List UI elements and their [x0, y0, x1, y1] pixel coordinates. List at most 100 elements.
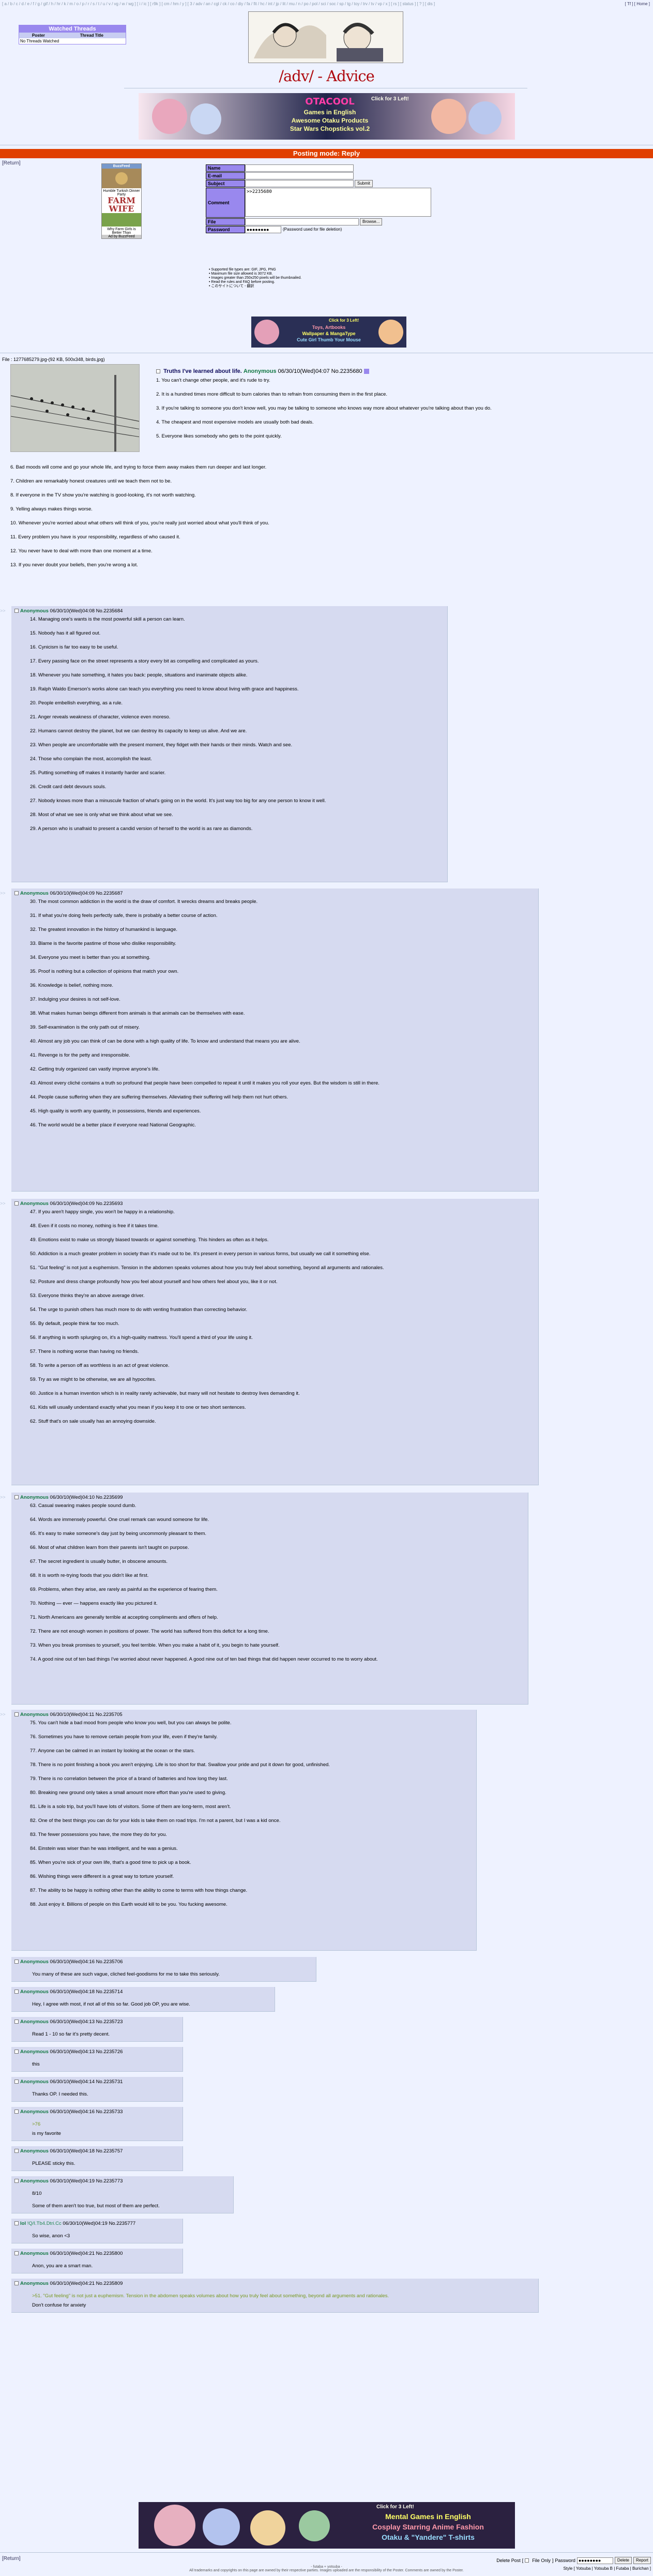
- list-item: 50. Addiction is a much greater problem …: [30, 1251, 371, 1257]
- comment-textarea[interactable]: >>2235680: [245, 188, 431, 217]
- reply-body-list: 30. The most common addiction in the wor…: [30, 899, 379, 1136]
- email-input[interactable]: [245, 172, 354, 179]
- list-item: 37. Indulging your desires is not self-l…: [30, 997, 120, 1002]
- post-checkbox[interactable]: [14, 2221, 19, 2226]
- reply-header: Anonymous 06/30/10(Wed)04:10 No.2235699: [14, 1495, 123, 1501]
- middle-ad[interactable]: Click for 3 Left! Toys, Artbooks Wallpap…: [251, 317, 406, 348]
- post-date[interactable]: 06/30/10(Wed)04:19 No.2235773: [50, 2178, 123, 2184]
- post-checkbox[interactable]: [14, 1712, 19, 1717]
- op-checkbox[interactable]: [156, 369, 160, 374]
- post-date[interactable]: 06/30/10(Wed)04:08 No.2235684: [50, 608, 123, 614]
- post-checkbox[interactable]: [14, 2110, 19, 2114]
- top-banner-ad[interactable]: OTACOOL Click for 3 Left! Games in Engli…: [139, 93, 515, 140]
- post-checkbox[interactable]: [14, 2050, 19, 2054]
- list-item: 4. The cheapest and most expensive model…: [156, 419, 314, 425]
- poster-name: Anonymous: [20, 2109, 49, 2115]
- reply-body-list: 75. You can't hide a bad mood from peopl…: [30, 1720, 330, 1916]
- list-item: 45. High quality is worth any quantity, …: [30, 1108, 201, 1114]
- side-ad-header: BuzzFeed: [102, 164, 141, 169]
- post-date[interactable]: 06/30/10(Wed)04:11 No.2235705: [50, 1712, 123, 1718]
- password-note: (Password used for file deletion): [283, 227, 342, 232]
- reply-text: 8/10: [32, 2191, 42, 2196]
- post-date[interactable]: 06/30/10(Wed)04:09 No.2235687: [50, 891, 123, 896]
- reply-post: Anonymous 06/30/10(Wed)04:11 No.2235705 …: [11, 1710, 477, 1951]
- reply-post: Anonymous 06/30/10(Wed)04:16 No.2235733 …: [11, 2107, 183, 2141]
- post-date[interactable]: 06/30/10(Wed)04:09 No.2235693: [50, 1201, 123, 1207]
- report-button[interactable]: Report: [633, 2557, 651, 2564]
- post-date[interactable]: 06/30/10(Wed)04:13 No.2235726: [50, 2049, 123, 2055]
- post-checkbox[interactable]: [14, 2179, 19, 2183]
- post-date[interactable]: 06/30/10(Wed)04:13 No.2235723: [50, 2019, 123, 2025]
- poster-name: Anonymous: [20, 2049, 49, 2055]
- return-link[interactable]: [Return]: [2, 160, 21, 166]
- post-checkbox[interactable]: [14, 2149, 19, 2153]
- watch-thread-icon[interactable]: [363, 369, 369, 374]
- reply-form: Name E-mail Subject Submit Comment >>22356…: [206, 164, 433, 234]
- op-file-info[interactable]: File : 1277685279.jpg-(92 KB, 500x348, b…: [2, 357, 105, 362]
- list-item: 55. By default, people think far too muc…: [30, 1321, 119, 1327]
- list-item: 16. Cynicism is far too easy to be usefu…: [30, 644, 118, 650]
- post-date[interactable]: 06/30/10(Wed)04:10 No.2235699: [50, 1495, 123, 1500]
- post-date[interactable]: 06/30/10(Wed)04:14 No.2235731: [50, 2079, 123, 2085]
- rule-4[interactable]: • Read the rules and FAQ before posting.: [209, 280, 301, 284]
- file-path-input[interactable]: [245, 218, 359, 225]
- reply-header: Anonymous 06/30/10(Wed)04:18 No.2235714: [14, 1989, 123, 1995]
- reply-header: Anonymous 06/30/10(Wed)04:18 No.2235757: [14, 2148, 123, 2155]
- return-link-bottom[interactable]: [Return]: [2, 2556, 21, 2562]
- reply-post: lol !Q/I.Tb4.Dtri.Cc 06/30/10(Wed)04:19 …: [11, 2219, 183, 2243]
- op-thumbnail[interactable]: [10, 364, 140, 452]
- board-banner[interactable]: [248, 11, 403, 63]
- file-only-label: File Only: [532, 2558, 551, 2563]
- rule-5[interactable]: • このサイトについて - 翻訳: [209, 284, 301, 289]
- post-checkbox[interactable]: [14, 2080, 19, 2084]
- file-only-checkbox[interactable]: [525, 2558, 529, 2563]
- post-date[interactable]: 06/30/10(Wed)04:18 No.2235714: [50, 1989, 123, 1995]
- footer-credits[interactable]: - futaba + yotsuba -: [0, 2565, 653, 2569]
- post-date[interactable]: 06/30/10(Wed)04:18 No.2235757: [50, 2148, 123, 2154]
- poster-name: Anonymous: [20, 2281, 49, 2286]
- list-item: 60. Justice is a human invention which i…: [30, 1391, 300, 1396]
- reply-post: Anonymous 06/30/10(Wed)04:13 No.2235723 …: [11, 2017, 183, 2042]
- nav-home-links[interactable]: [ Tf ] [ Home ]: [625, 2, 650, 6]
- password-input[interactable]: [245, 226, 281, 233]
- list-item: 85. When you're sick of your own life, t…: [30, 1860, 191, 1865]
- posting-mode-bar: Posting mode: Reply: [0, 149, 653, 158]
- post-checkbox[interactable]: [14, 609, 19, 613]
- list-item: 28. Most of what we see is only what we …: [30, 812, 173, 818]
- reply-body-list: 63. Casual swearing makes people sound d…: [30, 1503, 378, 1670]
- post-checkbox[interactable]: [14, 2251, 19, 2256]
- bottom-banner-ad[interactable]: Click for 3 Left! Mental Games in Englis…: [139, 2502, 515, 2549]
- post-checkbox[interactable]: [14, 1990, 19, 1994]
- post-date[interactable]: 06/30/10(Wed)04:16 No.2235733: [50, 2109, 123, 2115]
- list-item: 42. Getting truly organized can vastly i…: [30, 1066, 160, 1072]
- poster-name: Anonymous: [20, 1201, 49, 1207]
- op-poster-name: Anonymous: [243, 368, 277, 374]
- board-nav[interactable]: [ a / b / c / d / e / f / g / gif / h / …: [2, 2, 628, 6]
- post-date[interactable]: 06/30/10(Wed)04:21 No.2235800: [50, 2251, 123, 2256]
- list-item: 23. When people are uncomfortable with t…: [30, 742, 293, 748]
- side-ad[interactable]: BuzzFeed Humble Turkish Dinner Party FAR…: [101, 163, 142, 239]
- subject-input[interactable]: [245, 180, 354, 187]
- post-date[interactable]: 06/30/10(Wed)04:21 No.2235809: [50, 2281, 123, 2286]
- list-item: 47. If you aren't happy single, you won'…: [30, 1209, 175, 1215]
- post-checkbox[interactable]: [14, 1960, 19, 1964]
- name-input[interactable]: [245, 164, 354, 172]
- post-date[interactable]: 06/30/10(Wed)04:19 No.2235777: [63, 2221, 135, 2226]
- rule-3: • Images greater than 250x250 pixels wil…: [209, 276, 302, 280]
- post-checkbox[interactable]: [14, 1201, 19, 1206]
- post-checkbox[interactable]: [14, 2020, 19, 2024]
- rule-2: • Maximum file size allowed is 3072 KB.: [209, 272, 273, 276]
- post-checkbox[interactable]: [14, 2281, 19, 2286]
- post-date[interactable]: 06/30/10(Wed)04:16 No.2235706: [50, 1959, 123, 1965]
- post-checkbox[interactable]: [14, 891, 19, 896]
- delete-button[interactable]: Delete: [614, 2557, 632, 2564]
- delete-password-input[interactable]: [576, 2557, 613, 2564]
- submit-button[interactable]: Submit: [355, 180, 373, 187]
- reply-header: Anonymous 06/30/10(Wed)04:09 No.2235687: [14, 891, 123, 897]
- watched-threads-table: Poster Thread Title No Threads Watched: [19, 33, 126, 44]
- list-item: 41. Revenge is for the petty and irrespo…: [30, 1052, 130, 1058]
- list-item: 71. North Americans are generally terrib…: [30, 1615, 218, 1620]
- op-date[interactable]: 06/30/10(Wed)04:07 No.2235680: [278, 368, 362, 374]
- post-checkbox[interactable]: [14, 1495, 19, 1500]
- browse-button[interactable]: Browse...: [360, 218, 383, 225]
